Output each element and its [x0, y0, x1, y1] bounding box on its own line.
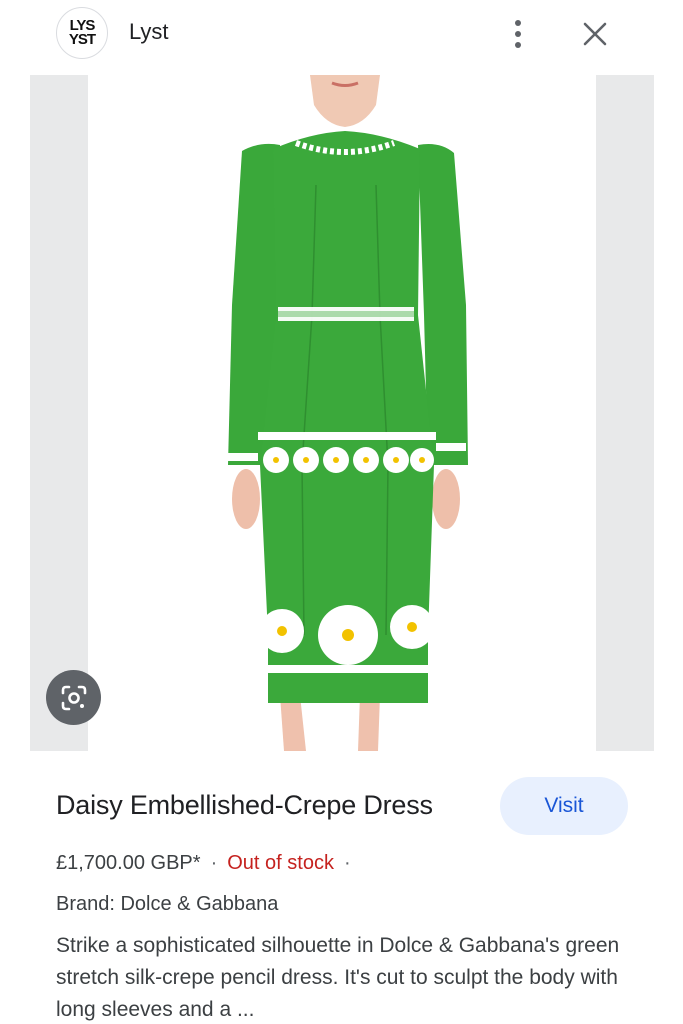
stock-status: Out of stock — [227, 852, 334, 874]
google-lens-icon — [61, 685, 86, 710]
image-backdrop-left — [30, 75, 88, 751]
dress-illustration — [228, 75, 468, 751]
price-stock-line: £1,700.00 GBP* · Out of stock · — [56, 852, 351, 874]
visit-button[interactable]: Visit — [500, 777, 628, 835]
google-lens-button[interactable] — [46, 670, 101, 725]
site-logo[interactable]: LYS YST — [56, 7, 108, 59]
product-description: Strike a sophisticated silhouette in Dol… — [56, 934, 620, 1021]
close-icon[interactable] — [576, 15, 614, 53]
more-options-button[interactable] — [500, 14, 536, 54]
product-title[interactable]: Daisy Embellished-Crepe Dress — [56, 790, 433, 821]
site-name[interactable]: Lyst — [129, 19, 169, 45]
result-header: LYS YST Lyst — [0, 0, 683, 72]
product-image[interactable] — [30, 75, 654, 751]
more-vert-icon — [515, 20, 521, 26]
logo-text-bottom: YST — [68, 31, 96, 48]
image-backdrop-right — [596, 75, 654, 751]
brand-info: Brand: Dolce & Gabbana — [56, 893, 279, 915]
price: £1,700.00 GBP* — [56, 852, 201, 874]
